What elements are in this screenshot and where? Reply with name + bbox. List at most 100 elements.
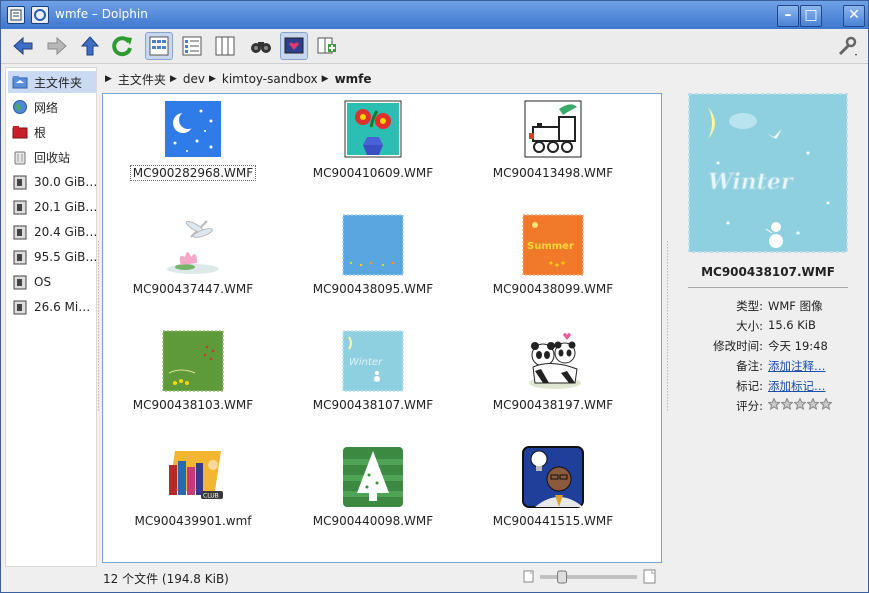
breadcrumb-arrow-icon[interactable]: ▶ [170, 74, 177, 84]
icons-view-icon [149, 36, 169, 56]
sidebar-splitter[interactable] [98, 241, 99, 411]
info-splitter[interactable] [667, 241, 668, 411]
back-button[interactable] [9, 32, 37, 60]
file-item[interactable]: Summer MC900438099.WMF [473, 210, 633, 310]
preview-button[interactable] [280, 32, 308, 60]
file-icon-view[interactable]: MC900282968.WMF MC900410609.WMF MC900413… [102, 93, 662, 563]
star-icon[interactable] [781, 398, 793, 410]
file-name: MC900440098.WMF [312, 514, 434, 528]
breadcrumb-item[interactable]: dev [183, 72, 205, 86]
breadcrumb-item[interactable]: kimtoy-sandbox [222, 72, 318, 86]
file-item[interactable]: MC900441515.WMF [473, 442, 633, 542]
info-divider [688, 287, 848, 288]
info-row-modified: 修改时间: 今天 19:48 [685, 338, 851, 356]
home-folder-icon [12, 76, 28, 89]
info-key: 评分: [736, 399, 763, 413]
information-panel: Winter MC900438107.WMF 类型: WMF 图像 大小: 15… [685, 93, 851, 523]
info-value: 15.6 KiB [768, 318, 816, 332]
maximize-button[interactable]: □ [800, 5, 822, 27]
place-label: OS [34, 275, 52, 289]
close-icon: ✕ [848, 7, 860, 23]
place-network[interactable]: 网络 [8, 96, 96, 118]
breadcrumb-item[interactable]: 主文件夹 [118, 71, 166, 88]
file-item[interactable]: CLUB MC900439901.wmf [113, 442, 273, 542]
place-label: 主文件夹 [34, 75, 83, 90]
drive-icon [13, 250, 27, 265]
rating-stars[interactable] [768, 398, 833, 413]
drive-icon [13, 175, 27, 190]
place-root[interactable]: 根 [8, 121, 96, 143]
flower-vase-thumb [344, 100, 402, 158]
place-drive-2[interactable]: 20.1 GiB… [8, 196, 96, 218]
breadcrumb-current[interactable]: wmfe [335, 72, 372, 86]
up-icon [80, 36, 100, 56]
preview-text: Winter [708, 169, 794, 195]
place-drive-3[interactable]: 20.4 GiB… [8, 221, 96, 243]
place-drive-os[interactable]: OS [8, 271, 96, 293]
file-item[interactable]: Winter MC900438107.WMF [293, 326, 453, 426]
zoom-in-icon[interactable] [643, 569, 656, 584]
place-drive-1[interactable]: 30.0 GiB… [8, 171, 96, 193]
zoom-out-icon[interactable] [523, 570, 534, 583]
details-view-button[interactable] [178, 32, 206, 60]
find-button[interactable] [247, 32, 275, 60]
place-drive-6[interactable]: 26.6 Mi… [8, 296, 96, 318]
up-button[interactable] [76, 32, 104, 60]
star-icon[interactable] [820, 398, 832, 410]
file-name: MC900441515.WMF [492, 514, 614, 528]
split-button[interactable] [313, 32, 341, 60]
settings-icon [838, 36, 857, 56]
star-icon[interactable] [768, 398, 780, 410]
star-icon[interactable] [807, 398, 819, 410]
reload-button[interactable] [109, 32, 137, 60]
dolphin-app-icon [31, 6, 49, 24]
root-folder-icon [12, 126, 28, 139]
info-key: 类型: [736, 299, 763, 313]
place-home[interactable]: 主文件夹 [8, 71, 96, 93]
reload-icon [112, 36, 132, 57]
window-menu-icon[interactable] [7, 6, 25, 24]
file-item[interactable]: MC900413498.WMF [473, 94, 633, 194]
breadcrumb-arrow-icon[interactable]: ▶ [209, 74, 216, 84]
green-stamp-thumb [162, 330, 224, 392]
zoom-slider[interactable] [522, 569, 657, 585]
file-item[interactable]: MC900437447.WMF [113, 210, 273, 310]
breadcrumb: ▶ 主文件夹 ▶ dev ▶ kimtoy-sandbox ▶ wmfe [101, 69, 661, 89]
file-name: MC900439901.wmf [134, 514, 252, 528]
star-icon[interactable] [794, 398, 806, 410]
settings-button[interactable] [834, 32, 862, 60]
file-name: MC900438099.WMF [492, 282, 614, 296]
file-item[interactable]: MC900438103.WMF [113, 326, 273, 426]
place-trash[interactable]: 回收站 [8, 146, 96, 168]
maximize-icon: □ [804, 7, 818, 23]
breadcrumb-arrow-icon[interactable]: ▶ [322, 74, 329, 84]
file-item[interactable]: MC900440098.WMF [293, 442, 453, 542]
file-item[interactable]: MC900438095.WMF [293, 210, 453, 310]
add-tags-link[interactable]: 添加标记… [768, 378, 826, 394]
title-bar[interactable]: wmfe – Dolphin – □ ✕ [1, 1, 868, 29]
drive-icon [13, 200, 27, 215]
forward-button[interactable] [43, 32, 71, 60]
file-item[interactable]: MC900410609.WMF [293, 94, 453, 194]
zoom-slider-handle[interactable] [557, 570, 568, 584]
info-file-name: MC900438107.WMF [701, 265, 835, 279]
details-view-icon [182, 36, 202, 56]
minimize-button[interactable]: – [777, 5, 799, 27]
file-item[interactable]: MC900438197.WMF [473, 326, 633, 426]
columns-view-icon [215, 36, 235, 56]
icons-view-button[interactable] [145, 32, 173, 60]
blue-stamp-thumb [342, 214, 404, 276]
place-label: 30.0 GiB… [34, 175, 96, 189]
night-moon-thumb [165, 101, 221, 157]
summer-stamp-thumb: Summer [522, 214, 584, 276]
file-name: MC900437447.WMF [132, 282, 254, 296]
drive-icon [13, 225, 27, 240]
info-key: 修改时间: [713, 339, 763, 353]
columns-view-button[interactable] [211, 32, 239, 60]
close-button[interactable]: ✕ [843, 5, 865, 27]
add-comment-link[interactable]: 添加注释… [768, 358, 826, 374]
file-item[interactable]: MC900282968.WMF [113, 94, 273, 194]
place-drive-4[interactable]: 95.5 GiB… [8, 246, 96, 268]
info-value: WMF 图像 [768, 299, 823, 313]
breadcrumb-arrow-icon[interactable]: ▶ [105, 74, 112, 84]
